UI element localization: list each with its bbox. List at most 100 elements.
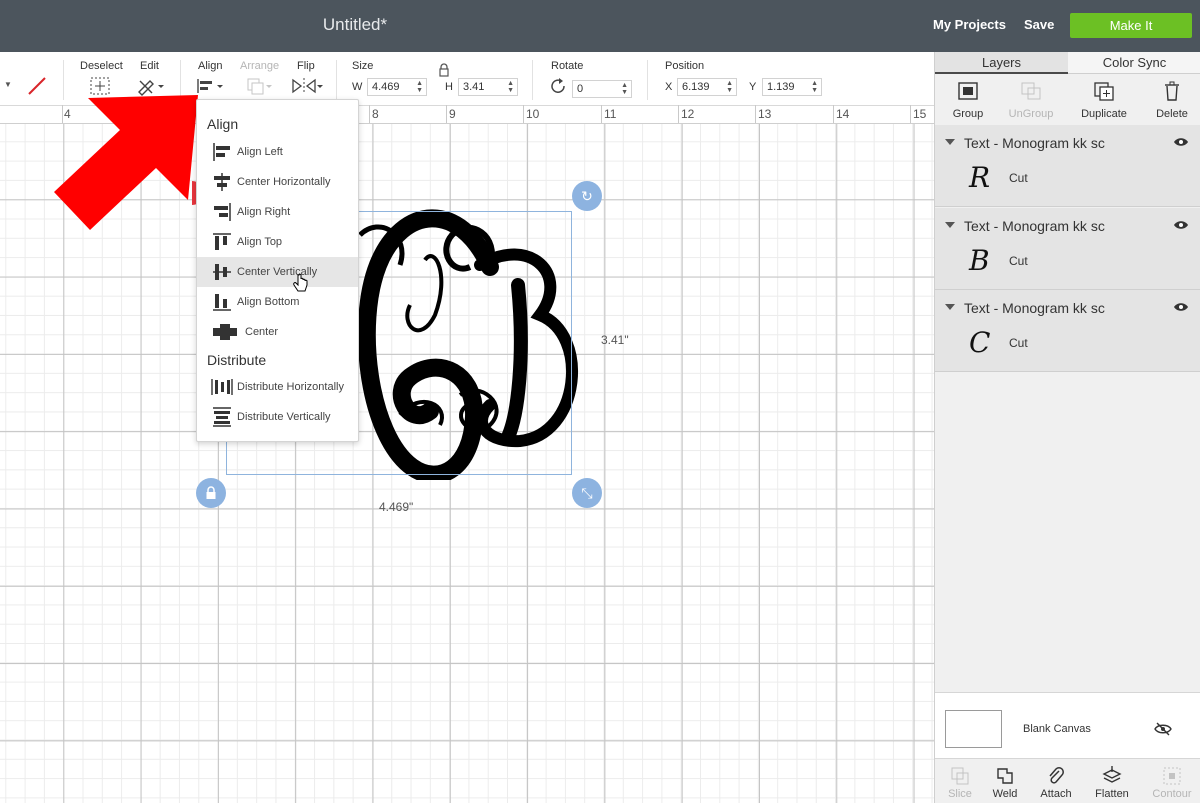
rotate-label: Rotate: [551, 60, 584, 72]
slice-icon: [951, 767, 969, 785]
menu-item-distribute-vertically[interactable]: Distribute Vertically: [197, 402, 358, 432]
x-position-input[interactable]: 6.139 ▲ ▼: [677, 78, 737, 96]
x-stepper-icon[interactable]: ▲ ▼: [726, 80, 733, 94]
layer-item[interactable]: Text - Monogram kk sc C Cut: [935, 290, 1200, 372]
eye-hidden-icon[interactable]: [1154, 722, 1172, 736]
resize-handle-icon[interactable]: ⤡: [572, 478, 602, 508]
center-icon: [213, 324, 237, 340]
attach-button[interactable]: Attach: [1031, 763, 1081, 803]
height-stepper-icon[interactable]: ▲ ▼: [507, 80, 514, 94]
menu-item-label: Center Horizontally: [237, 176, 331, 188]
layer-operation[interactable]: Cut: [1009, 254, 1028, 268]
layer-title: Text - Monogram kk sc: [964, 135, 1105, 151]
ruler-number: 10: [526, 107, 540, 121]
height-label: H: [445, 81, 453, 93]
trash-icon: [1165, 81, 1179, 101]
contour-icon: [1163, 767, 1181, 785]
canvas-swatch[interactable]: [945, 710, 1002, 748]
width-input[interactable]: 4.469 ▲ ▼: [367, 78, 427, 96]
collapse-caret-icon[interactable]: [945, 304, 955, 310]
collapse-caret-icon[interactable]: [945, 139, 955, 145]
align-top-icon: [213, 233, 231, 250]
attach-label: Attach: [1040, 788, 1072, 800]
tab-color-sync[interactable]: Color Sync: [1068, 52, 1200, 74]
rotate-icon: [551, 78, 565, 93]
align-bottom-icon: [213, 294, 231, 311]
app-header: Untitled* My Projects Save Make It: [0, 0, 1200, 52]
ruler-number: 15: [913, 107, 927, 121]
ruler-number: 13: [758, 107, 772, 121]
layer-operation[interactable]: Cut: [1009, 336, 1028, 350]
y-stepper-icon[interactable]: ▲ ▼: [811, 80, 818, 94]
menu-item-distribute-horizontally[interactable]: Distribute Horizontally: [197, 372, 358, 402]
red-arrow-annotation-icon: [54, 95, 198, 230]
flip-icon[interactable]: [291, 76, 323, 96]
menu-item-align-right[interactable]: Align Right: [197, 197, 358, 227]
menu-item-align-top[interactable]: Align Top: [197, 227, 358, 257]
duplicate-icon: [1094, 82, 1114, 101]
layer-glyph-thumbnail: R: [969, 161, 991, 194]
layer-operation[interactable]: Cut: [1009, 171, 1028, 185]
blank-canvas-label: Blank Canvas: [1023, 723, 1091, 735]
menu-item-align-left[interactable]: Align Left: [197, 137, 358, 167]
group-button[interactable]: Group: [935, 78, 1001, 120]
paperclip-icon: [1049, 767, 1064, 784]
layer-glyph-thumbnail: B: [969, 244, 990, 277]
rotate-handle-icon[interactable]: ↻: [572, 181, 602, 211]
ruler-number: 8: [372, 107, 379, 121]
eye-visibility-icon[interactable]: [1173, 219, 1189, 231]
ungroup-button[interactable]: UnGroup: [998, 78, 1064, 120]
slice-button[interactable]: Slice: [935, 763, 985, 803]
lock-handle-icon[interactable]: [196, 478, 226, 508]
weld-label: Weld: [992, 788, 1018, 800]
blank-canvas-row[interactable]: Blank Canvas: [935, 692, 1200, 758]
lock-aspect-icon[interactable]: [437, 62, 451, 82]
layer-title: Text - Monogram kk sc: [964, 218, 1105, 234]
contour-button[interactable]: Contour: [1147, 763, 1197, 803]
rotate-input[interactable]: 0 ▲ ▼: [572, 80, 632, 98]
distribute-horizontally-icon: [211, 379, 233, 395]
save-button[interactable]: Save: [1024, 17, 1054, 32]
eye-visibility-icon[interactable]: [1173, 136, 1189, 148]
menu-item-center[interactable]: Center: [197, 317, 358, 347]
weld-icon: [997, 768, 1013, 784]
size-label: Size: [352, 60, 374, 72]
flatten-button[interactable]: Flatten: [1087, 763, 1137, 803]
layer-item[interactable]: Text - Monogram kk sc B Cut: [935, 208, 1200, 290]
height-dimension: 3.41": [601, 333, 629, 347]
eye-visibility-icon[interactable]: [1173, 301, 1189, 313]
flatten-label: Flatten: [1095, 788, 1129, 800]
ruler-tick: [678, 105, 679, 123]
y-label: Y: [749, 81, 757, 93]
flip-label: Flip: [297, 60, 315, 72]
menu-item-center-vertically[interactable]: Center Vertically: [197, 257, 358, 287]
x-value: 6.139: [682, 81, 710, 93]
flatten-icon: [1102, 766, 1122, 783]
collapse-caret-icon[interactable]: [945, 222, 955, 228]
my-projects-link[interactable]: My Projects: [933, 17, 1006, 32]
height-input[interactable]: 3.41 ▲ ▼: [458, 78, 518, 96]
menu-item-center-horizontally[interactable]: Center Horizontally: [197, 167, 358, 197]
arrange-label: Arrange: [240, 60, 280, 72]
y-position-input[interactable]: 1.139 ▲ ▼: [762, 78, 822, 96]
ruler-tick: [369, 105, 370, 123]
ruler-number: 11: [604, 107, 617, 121]
arrange-icon[interactable]: [245, 76, 275, 96]
weld-button[interactable]: Weld: [980, 763, 1030, 803]
menu-item-label: Align Top: [237, 236, 283, 248]
make-it-button[interactable]: Make It: [1070, 13, 1192, 38]
deselect-label: Deselect: [80, 60, 123, 72]
layer-item[interactable]: Text - Monogram kk sc R Cut: [935, 125, 1200, 207]
tab-layers[interactable]: Layers: [935, 52, 1068, 74]
position-label: Position: [665, 60, 705, 72]
linetype-dropdown-arrow-icon[interactable]: ▼: [4, 80, 12, 100]
menu-item-label: Center: [245, 326, 279, 338]
width-stepper-icon[interactable]: ▲ ▼: [416, 80, 423, 94]
duplicate-button[interactable]: Duplicate: [1071, 78, 1137, 120]
delete-button[interactable]: Delete: [1139, 78, 1200, 120]
pen-color-swatch-icon[interactable]: [26, 76, 48, 96]
rotate-stepper-icon[interactable]: ▲ ▼: [621, 82, 628, 96]
menu-item-label: Distribute Vertically: [237, 411, 331, 423]
align-label: Align: [198, 60, 223, 72]
menu-item-align-bottom[interactable]: Align Bottom: [197, 287, 358, 317]
